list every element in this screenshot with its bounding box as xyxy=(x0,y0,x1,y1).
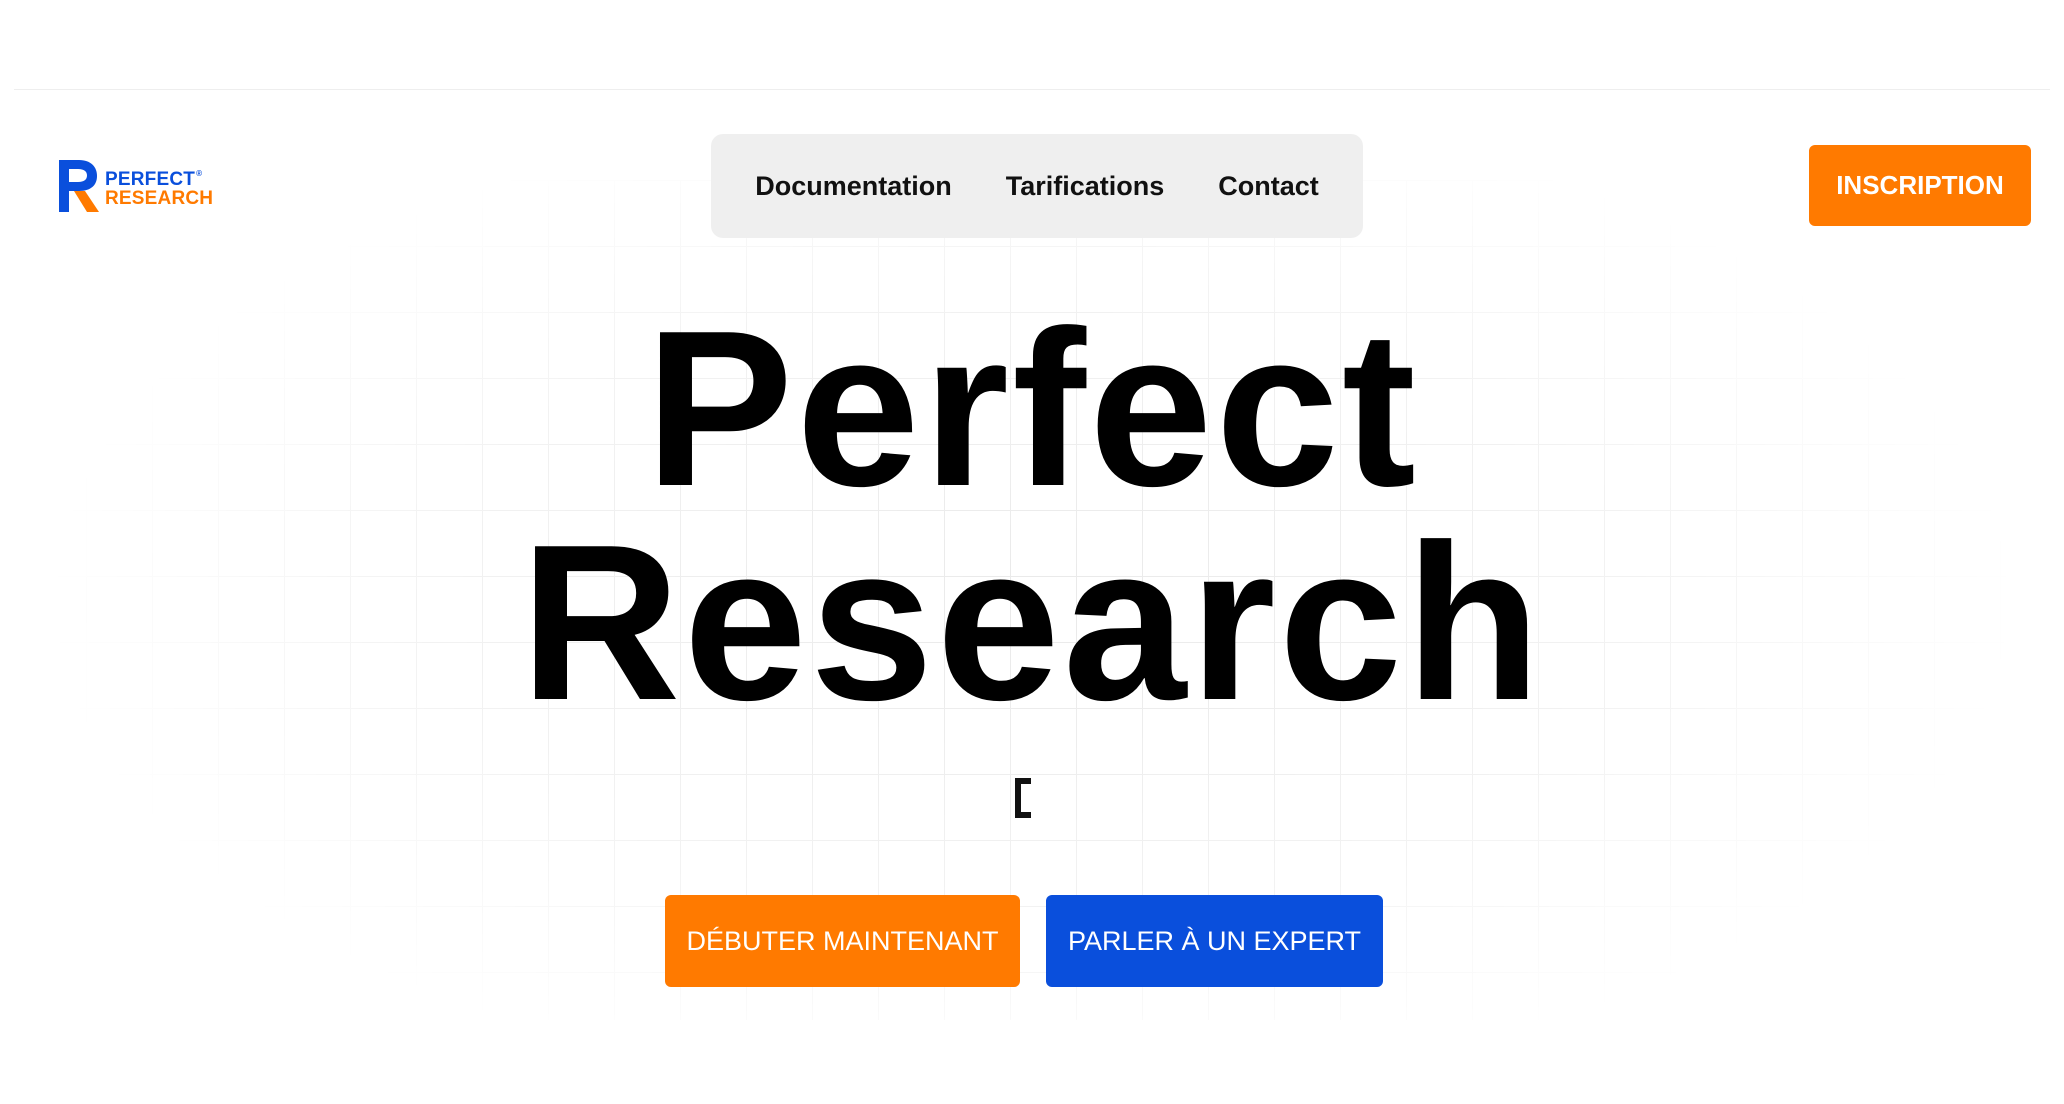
registered-mark: ® xyxy=(196,169,203,178)
brand-logo[interactable]: PERFECT® RESEARCH xyxy=(57,160,232,212)
logo-wordmark: PERFECT® RESEARCH xyxy=(105,164,213,208)
top-divider xyxy=(14,89,2050,90)
hero-title-line-2: Research xyxy=(520,499,1544,747)
nav-link-contact[interactable]: Contact xyxy=(1218,171,1319,202)
logo-line-research: RESEARCH xyxy=(105,188,214,209)
signup-button[interactable]: INSCRIPTION xyxy=(1809,145,2031,226)
start-now-button[interactable]: DÉBUTER MAINTENANT xyxy=(665,895,1020,987)
nav-link-tarifications[interactable]: Tarifications xyxy=(1006,171,1165,202)
r-monogram-icon xyxy=(57,160,101,212)
logo-line-perfect: PERFECT® xyxy=(105,169,203,190)
main-nav: Documentation Tarifications Contact xyxy=(711,134,1363,238)
hero-title-line-1: Perfect xyxy=(645,285,1419,533)
hero-title: Perfect Research xyxy=(0,285,2064,747)
nav-link-documentation[interactable]: Documentation xyxy=(755,171,952,202)
landing-page: PERFECT® RESEARCH Documentation Tarifica… xyxy=(0,0,2064,1104)
talk-to-expert-button[interactable]: PARLER À UN EXPERT xyxy=(1046,895,1383,987)
text-cursor-icon xyxy=(1013,776,1033,820)
